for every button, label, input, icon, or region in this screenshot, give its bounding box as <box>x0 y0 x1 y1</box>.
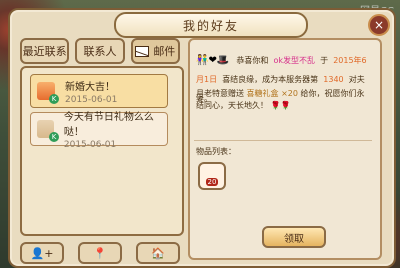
mail-date: 2015-06-01 <box>63 140 117 150</box>
gift-quantity: ×20 <box>281 89 298 98</box>
gift-name: 喜糖礼盒 <box>246 89 279 98</box>
item-slot[interactable]: 20 <box>198 162 226 190</box>
divider <box>194 140 372 141</box>
bottom-toolbar: 👤+ 📍 🏠 <box>20 242 180 264</box>
mail-detail: 👫❤🎩 恭喜你和 ok发型不乱 于 2015年6月1日 喜结良缘，成为本服务器第… <box>188 38 382 260</box>
message-prefix: 恭喜你和 <box>236 56 269 65</box>
rose-icon: 🌹🌹 <box>270 101 291 110</box>
friends-window: 我的好友 × 最近联系 联系人 邮件 K 新婚大吉！ 2015-06-01 K … <box>8 8 396 268</box>
window-title: 我的好友 <box>114 12 308 38</box>
tab-mail-label: 邮件 <box>153 45 176 58</box>
add-friend-button[interactable]: 👤+ <box>20 242 64 264</box>
mail-icon <box>135 45 150 57</box>
home-icon: 🏠 <box>151 246 165 260</box>
mail-title: 今天有节日礼物么么哒！ <box>63 112 154 138</box>
left-column: 最近联系 联系人 邮件 K 新婚大吉！ 2015-06-01 K 今天有节日礼物… <box>20 38 184 264</box>
add-friend-icon: 👤+ <box>30 246 54 260</box>
mail-list: K 新婚大吉！ 2015-06-01 K 今天有节日礼物么么哒！ 2015-06… <box>20 66 184 236</box>
tab-contacts-label: 联系人 <box>83 45 117 58</box>
message-mid: 于 <box>320 56 329 65</box>
tab-contacts[interactable]: 联系人 <box>75 38 125 64</box>
message-suffix: 喜结良缘，成为本服务器第 <box>222 75 319 84</box>
tab-recent-label: 最近联系 <box>22 45 67 58</box>
gift-message-prefix: 月老特意赠送 <box>196 89 244 98</box>
close-button[interactable]: × <box>368 14 390 36</box>
partner-name: ok发型不乱 <box>273 56 315 65</box>
tab-mail[interactable]: 邮件 <box>130 38 180 64</box>
location-icon: 📍 <box>93 246 107 260</box>
gift-message: 月老特意赠送 喜糖礼盒 ×20 给你，祝愿你们永结同心，天长地久！ 🌹🌹 <box>196 88 368 112</box>
mail-item[interactable]: K 新婚大吉！ 2015-06-01 <box>30 74 168 108</box>
letter-icon: K <box>37 120 59 142</box>
mail-title: 新婚大吉！ <box>65 81 115 93</box>
item-count: 20 <box>205 178 219 186</box>
location-button[interactable]: 📍 <box>78 242 122 264</box>
couple-icon: 👫❤🎩 <box>196 55 230 66</box>
badge-icon: K <box>49 94 59 104</box>
home-button[interactable]: 🏠 <box>136 242 180 264</box>
tab-bar: 最近联系 联系人 邮件 <box>20 38 180 64</box>
claim-button[interactable]: 领取 <box>262 226 326 248</box>
badge-icon: K <box>49 132 59 142</box>
mail-item[interactable]: K 今天有节日礼物么么哒！ 2015-06-01 <box>30 112 168 150</box>
gift-icon: K <box>37 82 59 104</box>
items-label: 物品列表： <box>196 147 236 156</box>
tab-recent[interactable]: 最近联系 <box>20 38 70 64</box>
couple-number: 1340 <box>323 75 344 84</box>
mail-date: 2015-06-01 <box>65 94 118 105</box>
